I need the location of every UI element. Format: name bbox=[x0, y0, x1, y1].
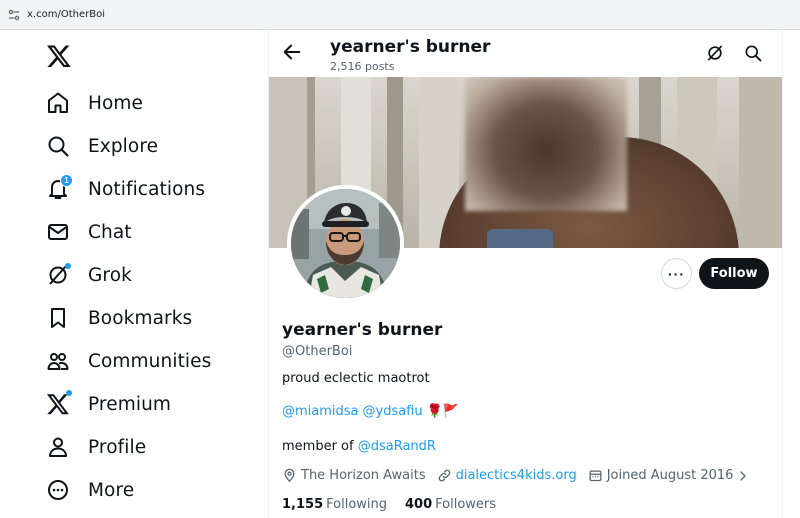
sidebar-item-more[interactable]: More bbox=[36, 470, 134, 510]
website-link[interactable]: dialectics4kids.org bbox=[456, 468, 577, 483]
sidebar-item-home[interactable]: Home bbox=[36, 83, 143, 123]
x-logo-icon bbox=[36, 384, 80, 424]
bio-member-prefix: member of bbox=[282, 439, 358, 454]
sidebar-item-profile[interactable]: Profile bbox=[36, 427, 146, 467]
sidebar-item-notifications[interactable]: 1 Notifications bbox=[36, 169, 205, 209]
link-icon bbox=[438, 469, 450, 482]
person-icon bbox=[36, 427, 80, 467]
search-icon bbox=[36, 126, 80, 166]
mention-link[interactable]: @ydsafiu bbox=[363, 404, 423, 419]
browser-address-bar[interactable]: x.com/OtherBoi bbox=[0, 0, 800, 30]
follow-button[interactable]: Follow bbox=[699, 258, 769, 289]
x-logo-icon[interactable] bbox=[46, 43, 72, 69]
sidebar-item-label: More bbox=[88, 479, 135, 501]
communities-icon bbox=[36, 341, 80, 381]
bio-text: proud eclectic maotrot bbox=[282, 371, 430, 386]
sidebar-item-explore[interactable]: Explore bbox=[36, 126, 158, 166]
url-text[interactable]: x.com/OtherBoi bbox=[27, 9, 105, 20]
banner-blurred-face bbox=[465, 77, 627, 211]
new-indicator-dot bbox=[66, 390, 72, 396]
sidebar-item-label: Profile bbox=[88, 436, 147, 458]
notification-badge: 1 bbox=[60, 174, 73, 187]
website-item: dialectics4kids.org bbox=[437, 468, 577, 483]
followers-label[interactable]: Followers bbox=[435, 497, 496, 512]
sidebar-item-bookmarks[interactable]: Bookmarks bbox=[36, 298, 192, 338]
sidebar-item-label: Bookmarks bbox=[88, 307, 193, 329]
location-text: The Horizon Awaits bbox=[301, 468, 426, 483]
sidebar: Home Explore 1 Notifications Chat Grok B… bbox=[0, 31, 268, 518]
profile-handle: @OtherBoi bbox=[282, 344, 353, 359]
chevron-right-icon bbox=[740, 470, 747, 481]
post-count: 2,516 posts bbox=[330, 60, 395, 73]
following-count[interactable]: 1,155 bbox=[282, 497, 323, 512]
sidebar-item-label: Notifications bbox=[88, 178, 206, 200]
search-icon[interactable] bbox=[743, 43, 763, 63]
sidebar-item-label: Premium bbox=[88, 393, 172, 415]
joined-item[interactable]: Joined August 2016 bbox=[588, 468, 750, 483]
sidebar-item-label: Communities bbox=[88, 350, 212, 372]
new-indicator-dot bbox=[65, 263, 71, 269]
sidebar-item-label: Home bbox=[88, 92, 144, 114]
back-arrow-icon[interactable] bbox=[281, 41, 303, 63]
profile-header-bar: yearner's burner 2,516 posts bbox=[269, 31, 783, 77]
following-label[interactable]: Following bbox=[326, 497, 387, 512]
location-item: The Horizon Awaits bbox=[282, 468, 426, 483]
location-pin-icon bbox=[284, 468, 295, 482]
joined-text: Joined August 2016 bbox=[606, 468, 734, 483]
profile-meta: The Horizon Awaits dialectics4kids.org J… bbox=[282, 468, 760, 483]
grok-icon[interactable] bbox=[705, 43, 725, 63]
avatar[interactable] bbox=[287, 185, 404, 302]
sidebar-item-premium[interactable]: Premium bbox=[36, 384, 171, 424]
sidebar-item-communities[interactable]: Communities bbox=[36, 341, 211, 381]
bio-member: member of @dsaRandR bbox=[282, 439, 436, 454]
bio-mentions: @miamidsa @ydsafiu 🌹🚩 bbox=[282, 404, 459, 419]
home-icon bbox=[36, 83, 80, 123]
bookmark-icon bbox=[36, 298, 80, 338]
banner-wall bbox=[739, 77, 783, 248]
profile-name: yearner's burner bbox=[282, 320, 443, 340]
more-circle-icon bbox=[36, 470, 80, 510]
column-divider bbox=[782, 31, 783, 518]
sidebar-item-label: Grok bbox=[88, 264, 132, 286]
mention-link[interactable]: @miamidsa bbox=[282, 404, 359, 419]
header-title: yearner's burner bbox=[330, 37, 491, 57]
follow-stats: 1,155 Following 400 Followers bbox=[282, 497, 514, 512]
sidebar-item-label: Chat bbox=[88, 221, 132, 243]
grok-icon bbox=[36, 255, 80, 295]
more-options-button[interactable]: ··· bbox=[661, 258, 692, 289]
sidebar-item-label: Explore bbox=[88, 135, 159, 157]
sidebar-item-grok[interactable]: Grok bbox=[36, 255, 132, 295]
profile-column: yearner's burner 2,516 posts ··· Follow … bbox=[268, 31, 783, 518]
avatar-photo bbox=[291, 189, 400, 298]
mention-link[interactable]: @dsaRandR bbox=[358, 439, 436, 454]
site-settings-icon[interactable] bbox=[8, 9, 20, 21]
sidebar-item-chat[interactable]: Chat bbox=[36, 212, 132, 252]
calendar-icon bbox=[589, 470, 602, 482]
bell-icon: 1 bbox=[36, 169, 80, 209]
bio-emojis: 🌹🚩 bbox=[426, 404, 460, 419]
mail-icon bbox=[36, 212, 80, 252]
followers-count[interactable]: 400 bbox=[405, 497, 432, 512]
banner-clothing bbox=[487, 229, 553, 248]
